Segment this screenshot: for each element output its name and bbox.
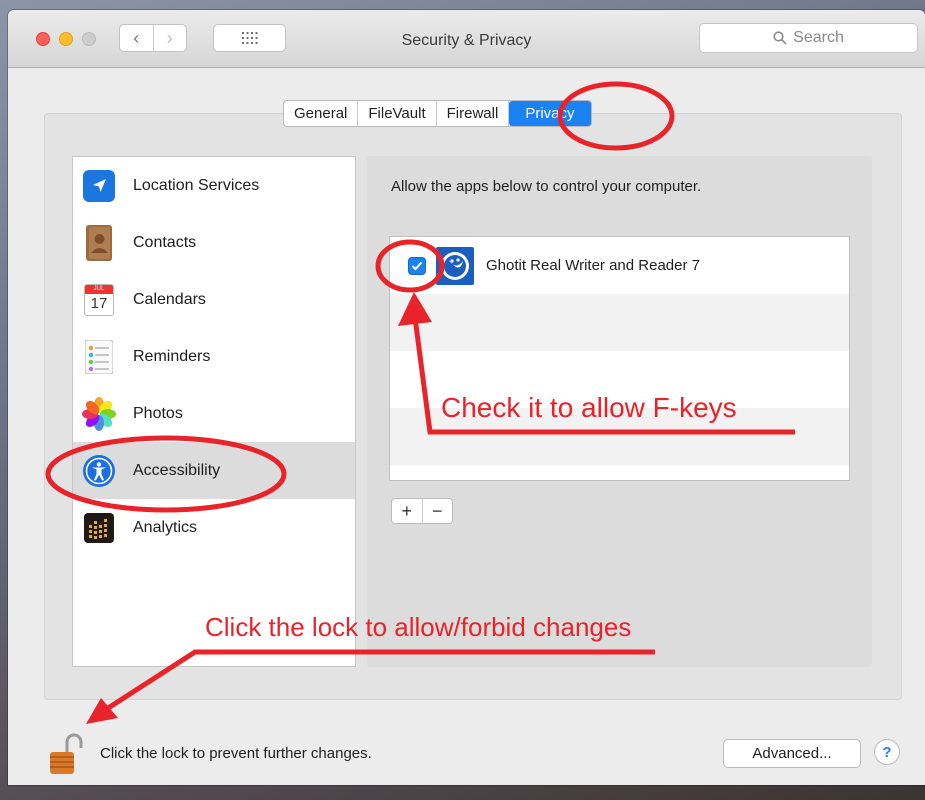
sidebar-item-location-services[interactable]: Location Services [73, 157, 355, 214]
sidebar-item-analytics[interactable]: Analytics [73, 499, 355, 556]
sidebar-item-label: Location Services [133, 176, 260, 194]
tab-filevault[interactable]: FileVault [358, 101, 437, 126]
add-app-button[interactable]: + [392, 499, 422, 523]
tab-bar: General FileVault Firewall Privacy [283, 100, 592, 127]
add-remove-buttons: + − [391, 498, 453, 524]
sidebar-item-label: Reminders [133, 347, 211, 365]
calendar-month: JUL [85, 284, 113, 294]
tab-general[interactable]: General [284, 101, 359, 126]
search-field[interactable]: Search [699, 23, 918, 53]
photos-flower-icon [81, 396, 117, 432]
calendar-day: 17 [90, 294, 108, 312]
tab-privacy[interactable]: Privacy [509, 101, 591, 126]
sidebar-item-calendars[interactable]: JUL 17 Calendars [73, 271, 355, 328]
app-name: Ghotit Real Writer and Reader 7 [486, 257, 700, 274]
contacts-book-icon [81, 224, 117, 261]
accessibility-icon [81, 453, 117, 489]
lock-annotation-text: Click the lock to allow/forbid changes [205, 612, 632, 642]
sidebar-item-label: Accessibility [133, 461, 221, 479]
advanced-button[interactable]: Advanced... [723, 739, 861, 768]
ghotit-app-icon [436, 246, 474, 285]
sidebar-item-photos[interactable]: Photos [73, 385, 355, 442]
list-item[interactable]: Ghotit Real Writer and Reader 7 [390, 237, 849, 294]
allowed-apps-list: Ghotit Real Writer and Reader 7 [389, 236, 850, 481]
sidebar-item-reminders[interactable]: Reminders [73, 328, 355, 385]
sidebar-item-accessibility[interactable]: Accessibility [73, 442, 355, 499]
lock-button[interactable] [48, 730, 84, 776]
unlocked-padlock-icon [50, 733, 83, 774]
search-placeholder: Search [793, 29, 844, 46]
checkmark-icon [411, 261, 423, 270]
search-icon [773, 31, 787, 45]
lock-status-text: Click the lock to prevent further change… [100, 745, 372, 762]
analytics-grid-icon [81, 510, 117, 546]
reminders-list-icon [81, 339, 117, 375]
title-bar: ‹ › Security & Privacy Search [8, 10, 925, 68]
sidebar-item-label: Contacts [133, 233, 197, 251]
tab-firewall[interactable]: Firewall [437, 101, 510, 126]
allow-apps-description: Allow the apps below to control your com… [391, 178, 702, 195]
empty-list-row [390, 294, 849, 351]
check-annotation-text: Check it to allow F-keys [441, 392, 737, 423]
app-enable-checkbox[interactable] [408, 256, 426, 275]
help-button[interactable]: ? [874, 739, 900, 765]
privacy-category-list: Location Services Contacts JUL 17 Calend… [72, 156, 356, 667]
sidebar-item-label: Analytics [133, 518, 198, 536]
sidebar-item-label: Calendars [133, 290, 206, 308]
sidebar-item-contacts[interactable]: Contacts [73, 214, 355, 271]
location-arrow-icon [81, 168, 117, 204]
calendar-icon: JUL 17 [81, 282, 117, 318]
sidebar-item-label: Photos [133, 404, 183, 422]
remove-app-button[interactable]: − [421, 499, 453, 523]
